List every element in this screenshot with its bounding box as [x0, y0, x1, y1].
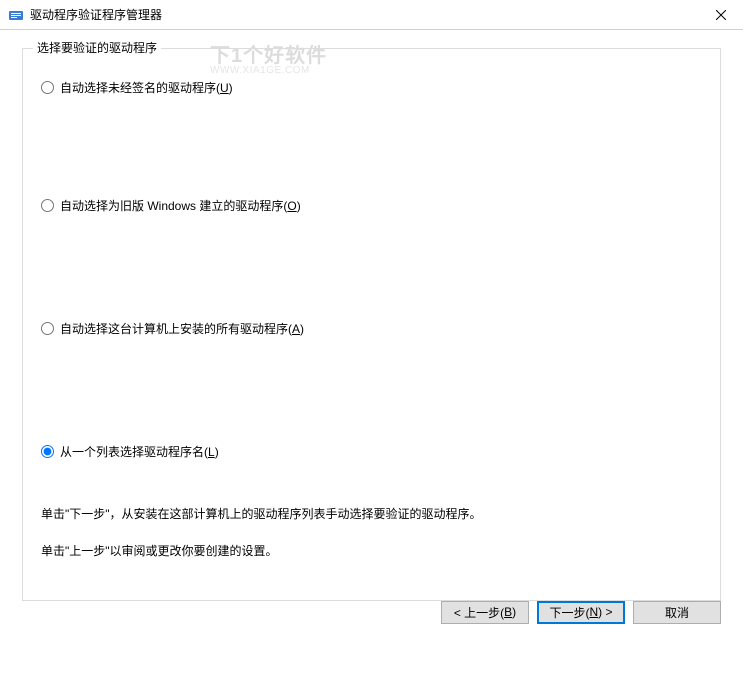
radio-all-drivers[interactable]: 自动选择这台计算机上安装的所有驱动程序(A) [41, 320, 702, 337]
close-button[interactable] [698, 0, 743, 29]
desc-line-2: 单击"上一步"以审阅或更改你要创建的设置。 [41, 542, 702, 561]
button-bar: < 上一步(B) 下一步(N) > 取消 [441, 592, 721, 632]
radio-from-list-label[interactable]: 从一个列表选择驱动程序名(L) [60, 443, 219, 460]
group-label: 选择要验证的驱动程序 [33, 39, 161, 56]
radio-from-list-input[interactable] [41, 445, 54, 458]
cancel-button[interactable]: 取消 [633, 601, 721, 624]
radio-unsigned-input[interactable] [41, 81, 54, 94]
radio-all-drivers-input[interactable] [41, 322, 54, 335]
radio-unsigned[interactable]: 自动选择未经签名的驱动程序(U) [41, 79, 702, 96]
radio-unsigned-label[interactable]: 自动选择未经签名的驱动程序(U) [60, 79, 233, 96]
desc-line-1: 单击"下一步"，从安装在这部计算机上的驱动程序列表手动选择要验证的驱动程序。 [41, 505, 702, 524]
window-title: 驱动程序验证程序管理器 [30, 6, 698, 23]
titlebar: 驱动程序验证程序管理器 [0, 0, 743, 30]
radio-old-windows-label[interactable]: 自动选择为旧版 Windows 建立的驱动程序(O) [60, 197, 301, 214]
radio-old-windows[interactable]: 自动选择为旧版 Windows 建立的驱动程序(O) [41, 197, 702, 214]
radio-all-drivers-label[interactable]: 自动选择这台计算机上安装的所有驱动程序(A) [60, 320, 304, 337]
description-block: 单击"下一步"，从安装在这部计算机上的驱动程序列表手动选择要验证的驱动程序。 单… [41, 505, 702, 561]
app-icon [8, 7, 24, 23]
back-button[interactable]: < 上一步(B) [441, 601, 529, 624]
close-icon [716, 10, 726, 20]
next-button[interactable]: 下一步(N) > [537, 601, 625, 624]
radio-from-list[interactable]: 从一个列表选择驱动程序名(L) [41, 443, 702, 460]
content-area: 下1个好软件 WWW.XIA1GE.COM 选择要验证的驱动程序 自动选择未经签… [0, 30, 743, 635]
radio-old-windows-input[interactable] [41, 199, 54, 212]
select-drivers-group: 选择要验证的驱动程序 自动选择未经签名的驱动程序(U) 自动选择为旧版 Wind… [22, 48, 721, 601]
